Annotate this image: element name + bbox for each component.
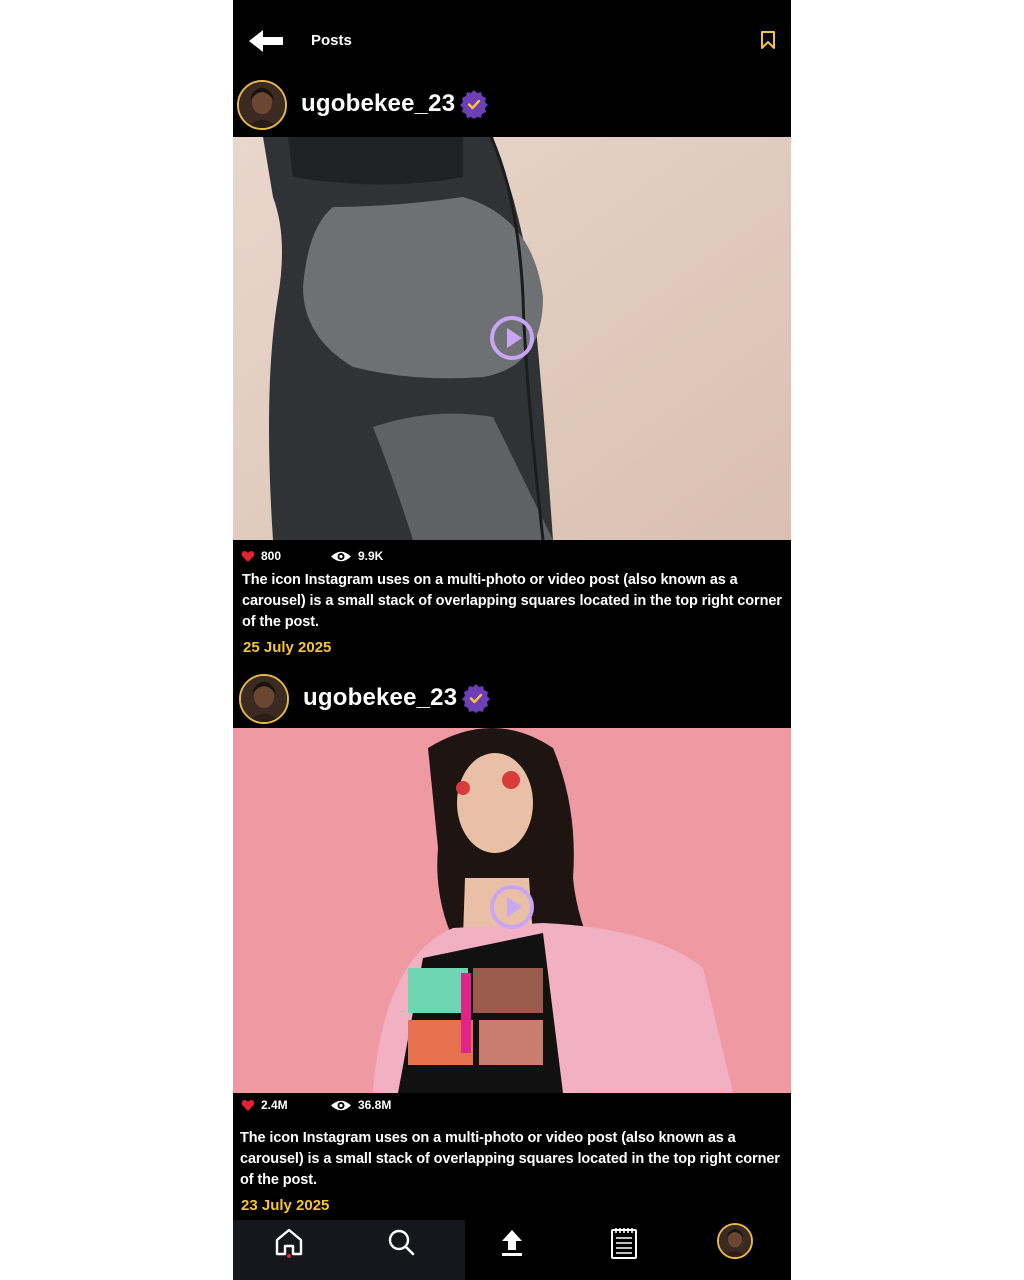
nav-upload[interactable] xyxy=(494,1226,530,1266)
post-caption: The icon Instagram uses on a multi-photo… xyxy=(242,572,782,630)
like-stat[interactable]: 2.4M xyxy=(241,1098,288,1112)
view-stat: 36.8M xyxy=(330,1098,391,1112)
post-media[interactable] xyxy=(233,728,791,1093)
avatar[interactable] xyxy=(237,80,287,130)
heart-icon xyxy=(241,1099,255,1111)
post-date: 25 July 2025 xyxy=(243,639,332,656)
bottom-nav xyxy=(233,1220,791,1280)
app-screen: Posts ugobekee_23 800 9.9K The icon Inst… xyxy=(233,0,791,1280)
upload-icon xyxy=(502,1230,522,1256)
post-header: ugobekee_23 xyxy=(233,78,791,136)
back-button[interactable] xyxy=(247,26,287,56)
verified-badge-icon xyxy=(460,90,488,119)
like-count: 800 xyxy=(261,549,282,563)
bookmark-icon xyxy=(761,31,775,49)
eye-icon xyxy=(331,1100,351,1110)
view-count: 36.8M xyxy=(358,1098,392,1112)
post-stats: 2.4M 36.8M xyxy=(233,1098,791,1118)
play-icon[interactable] xyxy=(488,883,536,931)
like-stat[interactable]: 800 xyxy=(241,549,281,563)
eye-icon xyxy=(331,551,351,561)
avatar-image xyxy=(239,82,285,128)
bookmark-button[interactable] xyxy=(759,30,777,50)
nav-home[interactable] xyxy=(271,1226,307,1266)
view-stat: 9.9K xyxy=(330,549,383,563)
notes-icon xyxy=(611,1228,637,1259)
play-icon[interactable] xyxy=(488,314,536,362)
avatar-image xyxy=(719,1225,751,1257)
view-count: 9.9K xyxy=(358,549,384,563)
nav-search[interactable] xyxy=(383,1226,419,1266)
post-username[interactable]: ugobekee_23 xyxy=(303,684,457,712)
post-header: ugobekee_23 xyxy=(233,672,791,730)
post-date: 23 July 2025 xyxy=(241,1197,330,1214)
search-icon xyxy=(388,1229,415,1256)
heart-icon xyxy=(241,550,255,562)
top-bar: Posts xyxy=(233,0,791,80)
post-caption: The icon Instagram uses on a multi-photo… xyxy=(240,1130,780,1188)
post-stats: 800 9.9K xyxy=(233,549,791,569)
nav-active-background xyxy=(233,1220,465,1280)
nav-profile-avatar[interactable] xyxy=(717,1223,753,1259)
arrow-left-icon xyxy=(249,30,283,52)
home-active-dot xyxy=(287,1254,291,1258)
verified-badge-icon xyxy=(462,684,490,713)
post-username[interactable]: ugobekee_23 xyxy=(301,90,455,118)
post-media[interactable] xyxy=(233,137,791,540)
page-title: Posts xyxy=(311,32,352,49)
nav-notes[interactable] xyxy=(606,1226,642,1266)
avatar-image xyxy=(241,676,287,722)
avatar[interactable] xyxy=(239,674,289,724)
like-count: 2.4M xyxy=(261,1098,288,1112)
